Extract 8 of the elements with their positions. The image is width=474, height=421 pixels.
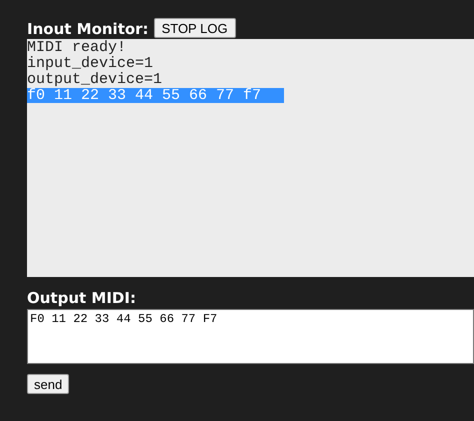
output-field[interactable]: F0 11 22 33 44 55 66 77 F7 [27,309,474,364]
log-line: MIDI ready! [27,40,126,55]
send-button[interactable]: send [27,374,70,394]
section-title: Inout Monitor: [27,19,149,39]
log-line: output_device=1 [27,72,162,87]
log-line: input_device=1 [27,56,154,71]
stop-log-button[interactable]: STOP LOG [154,18,236,38]
section-title: Output MIDI: [27,288,137,308]
